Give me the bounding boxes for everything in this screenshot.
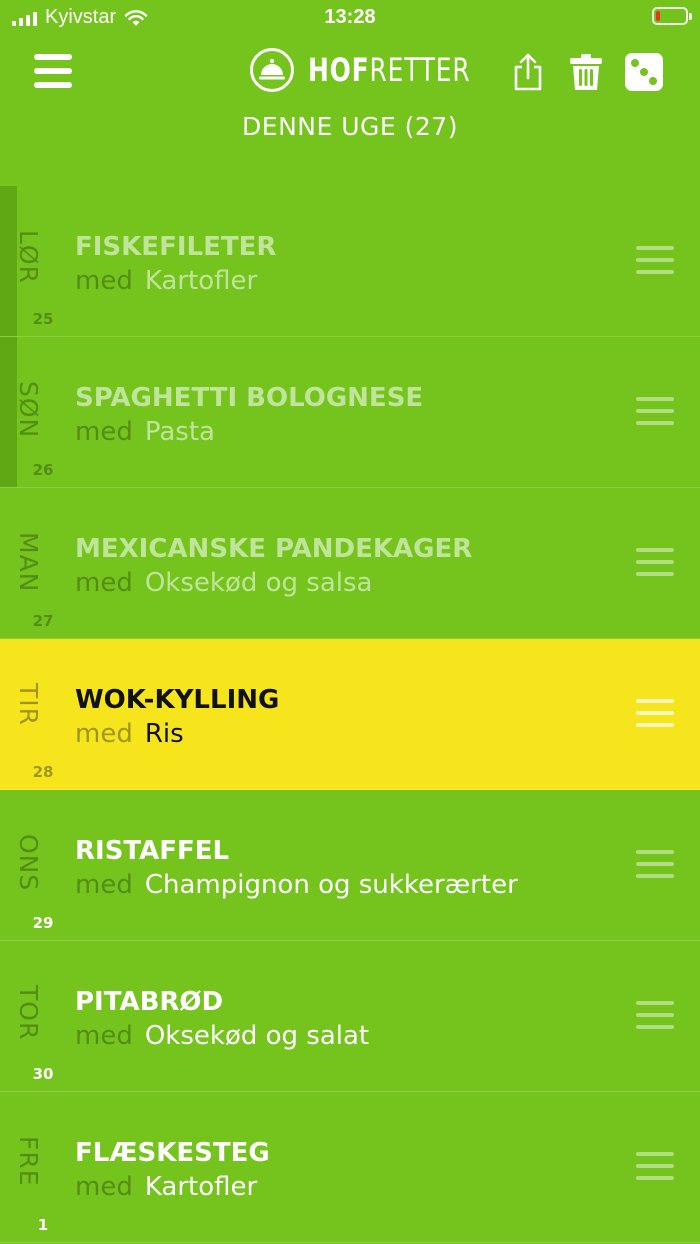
meal-side: med Kartofler [75,266,257,296]
meal-side: med Ris [75,719,184,749]
day-name: LØR [14,230,43,284]
drag-handle-icon[interactable] [636,699,674,727]
day-number: 1 [37,1216,49,1234]
day-number: 25 [32,310,54,328]
day-name: TIR [14,683,43,727]
day-name: TOR [14,985,43,1041]
drag-handle-icon[interactable] [636,1001,674,1029]
side-dish: Ris [144,719,184,749]
day-name: ONS [14,834,43,892]
drag-handle-icon[interactable] [636,1152,674,1180]
meal-title: PITABRØD [75,987,224,1017]
battery-icon [652,7,692,25]
drag-handle-icon[interactable] [636,850,674,878]
meal-side: med Kartofler [75,1172,257,1202]
share-icon[interactable] [508,52,548,92]
day-number: 27 [32,612,54,630]
meal-title: FLÆSKESTEG [75,1138,270,1168]
drag-handle-icon[interactable] [636,246,674,274]
day-name: FRE [14,1136,43,1187]
meal-side: med Pasta [75,417,215,447]
side-dish: Pasta [144,417,215,447]
day-number: 26 [32,461,54,479]
menu-icon[interactable] [34,54,72,88]
meal-list: LØR 25 FISKEFILETER med Kartofler SØN 26 SPAGHE… [0,186,700,1243]
med-label: med [75,568,133,598]
meal-row[interactable]: MAN 27 MEXICANSKE PANDEKAGER med Oksekød og … [0,488,700,639]
med-label: med [75,719,133,749]
day-name: SØN [14,381,43,439]
meal-row[interactable]: FRE 1 FLÆSKESTEG med Kartofler [0,1092,700,1243]
cloche-icon [250,48,294,92]
side-dish: Kartofler [144,1172,258,1202]
trash-icon[interactable] [566,52,606,92]
meal-row[interactable]: TIR 28 WOK-KYLLING med Ris [0,639,700,790]
app-logo: HOFRETTER [250,48,516,92]
med-label: med [75,1021,133,1051]
day-number: 29 [32,914,54,932]
week-title: DENNE UGE (27) [242,112,458,141]
meal-title: MEXICANSKE PANDEKAGER [75,534,473,564]
med-label: med [75,1172,133,1202]
side-dish: Oksekød og salsa [144,568,373,598]
drag-handle-icon[interactable] [636,397,674,425]
day-name: MAN [14,532,43,593]
app-header: HOFRETTER DENNE UGE (27) [0,36,700,166]
dice-icon[interactable] [624,52,664,92]
med-label: med [75,870,133,900]
meal-row[interactable]: ONS 29 RISTAFFEL med Champignon og sukkerært… [0,790,700,941]
med-label: med [75,266,133,296]
meal-row[interactable]: TOR 30 PITABRØD med Oksekød og salat [0,941,700,1092]
meal-row[interactable]: LØR 25 FISKEFILETER med Kartofler [0,186,700,337]
status-time: 13:28 [324,6,376,28]
drag-handle-icon[interactable] [636,548,674,576]
med-label: med [75,417,133,447]
meal-row[interactable]: SØN 26 SPAGHETTI BOLOGNESE med Pasta [0,337,700,488]
meal-title: SPAGHETTI BOLOGNESE [75,383,424,413]
meal-side: med Oksekød og salsa [75,568,372,598]
side-dish: Oksekød og salat [144,1021,370,1051]
meal-title: RISTAFFEL [75,836,230,866]
day-number: 30 [32,1065,54,1083]
meal-side: med Champignon og sukkerærter [75,870,518,900]
meal-side: med Oksekød og salat [75,1021,369,1051]
logo-wordmark: HOFRETTER [308,51,471,89]
meal-title: FISKEFILETER [75,232,277,262]
side-dish: Kartofler [144,266,258,296]
meal-title: WOK-KYLLING [75,685,280,715]
status-bar: Kyivstar 13:28 [0,0,700,36]
side-dish: Champignon og sukkerærter [144,870,518,900]
day-number: 28 [32,763,54,781]
